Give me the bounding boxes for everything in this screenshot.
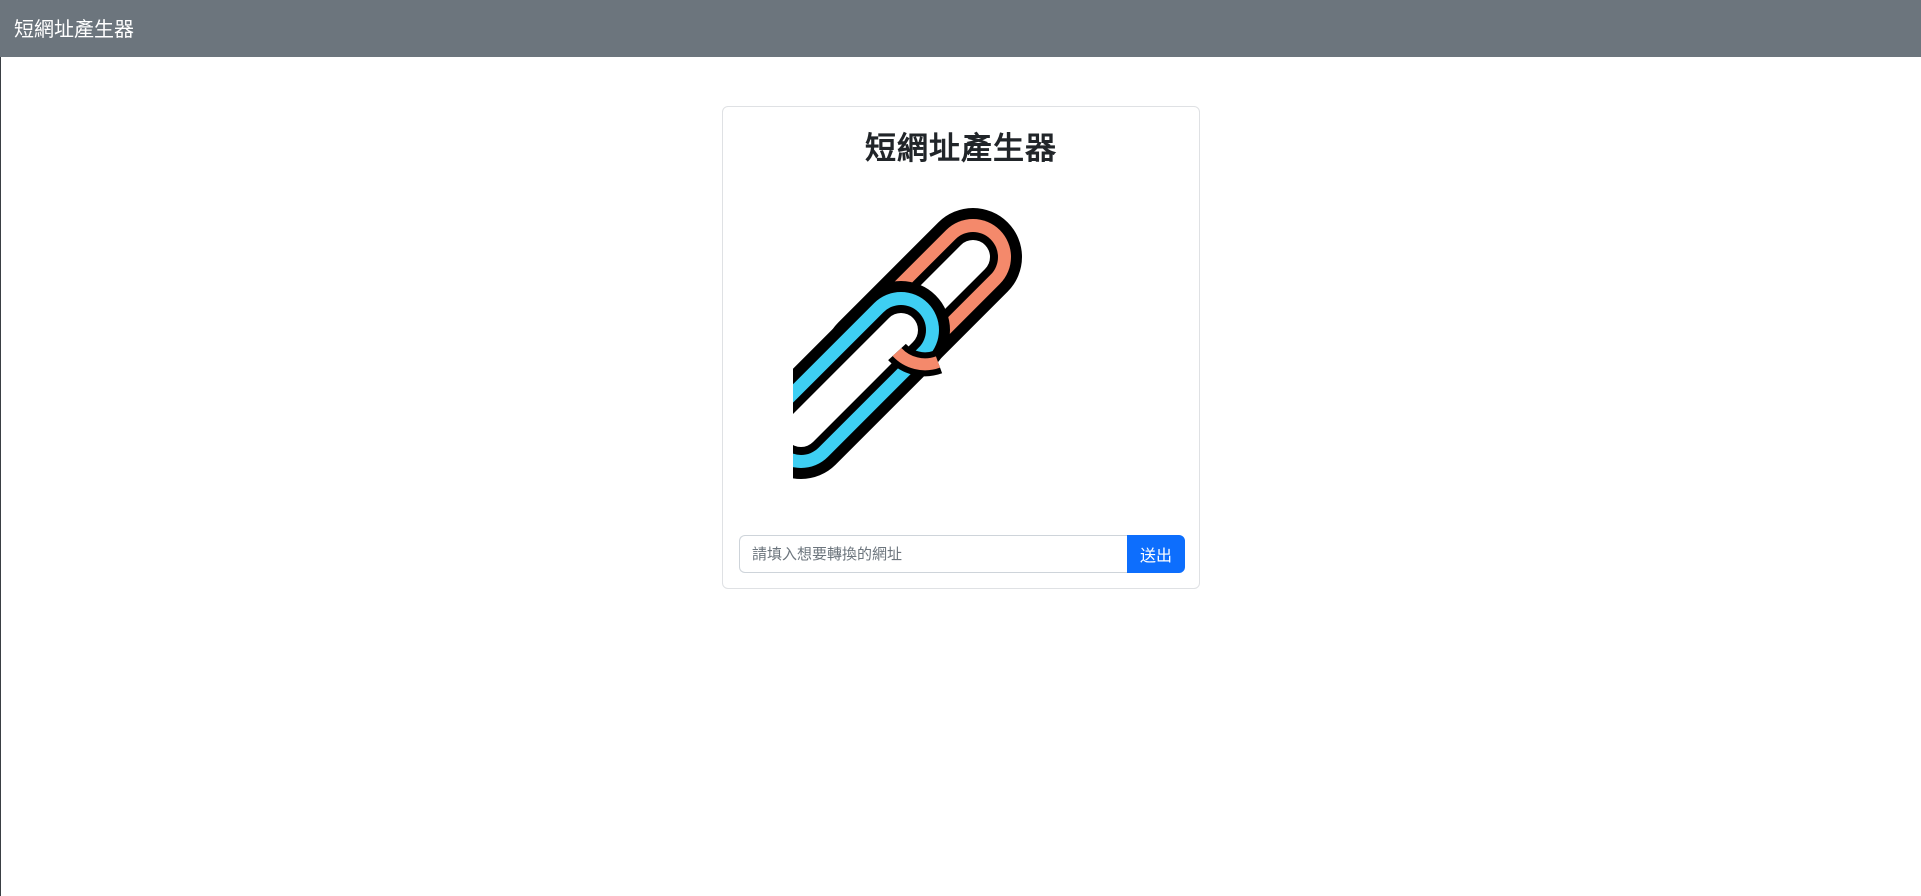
chain-link-icon xyxy=(793,208,1022,479)
card-title: 短網址產生器 xyxy=(865,131,1057,167)
shortener-card: 短網址產生器 送出 xyxy=(722,106,1200,589)
chain-link-blue xyxy=(793,281,950,479)
chain-link-interlock xyxy=(888,343,943,377)
navbar: 短網址產生器 xyxy=(0,0,1921,57)
navbar-brand[interactable]: 短網址產生器 xyxy=(14,19,134,39)
url-form: 送出 xyxy=(739,535,1185,573)
submit-button[interactable]: 送出 xyxy=(1127,535,1185,573)
left-edge-divider xyxy=(0,57,1,896)
url-input[interactable] xyxy=(739,535,1127,573)
